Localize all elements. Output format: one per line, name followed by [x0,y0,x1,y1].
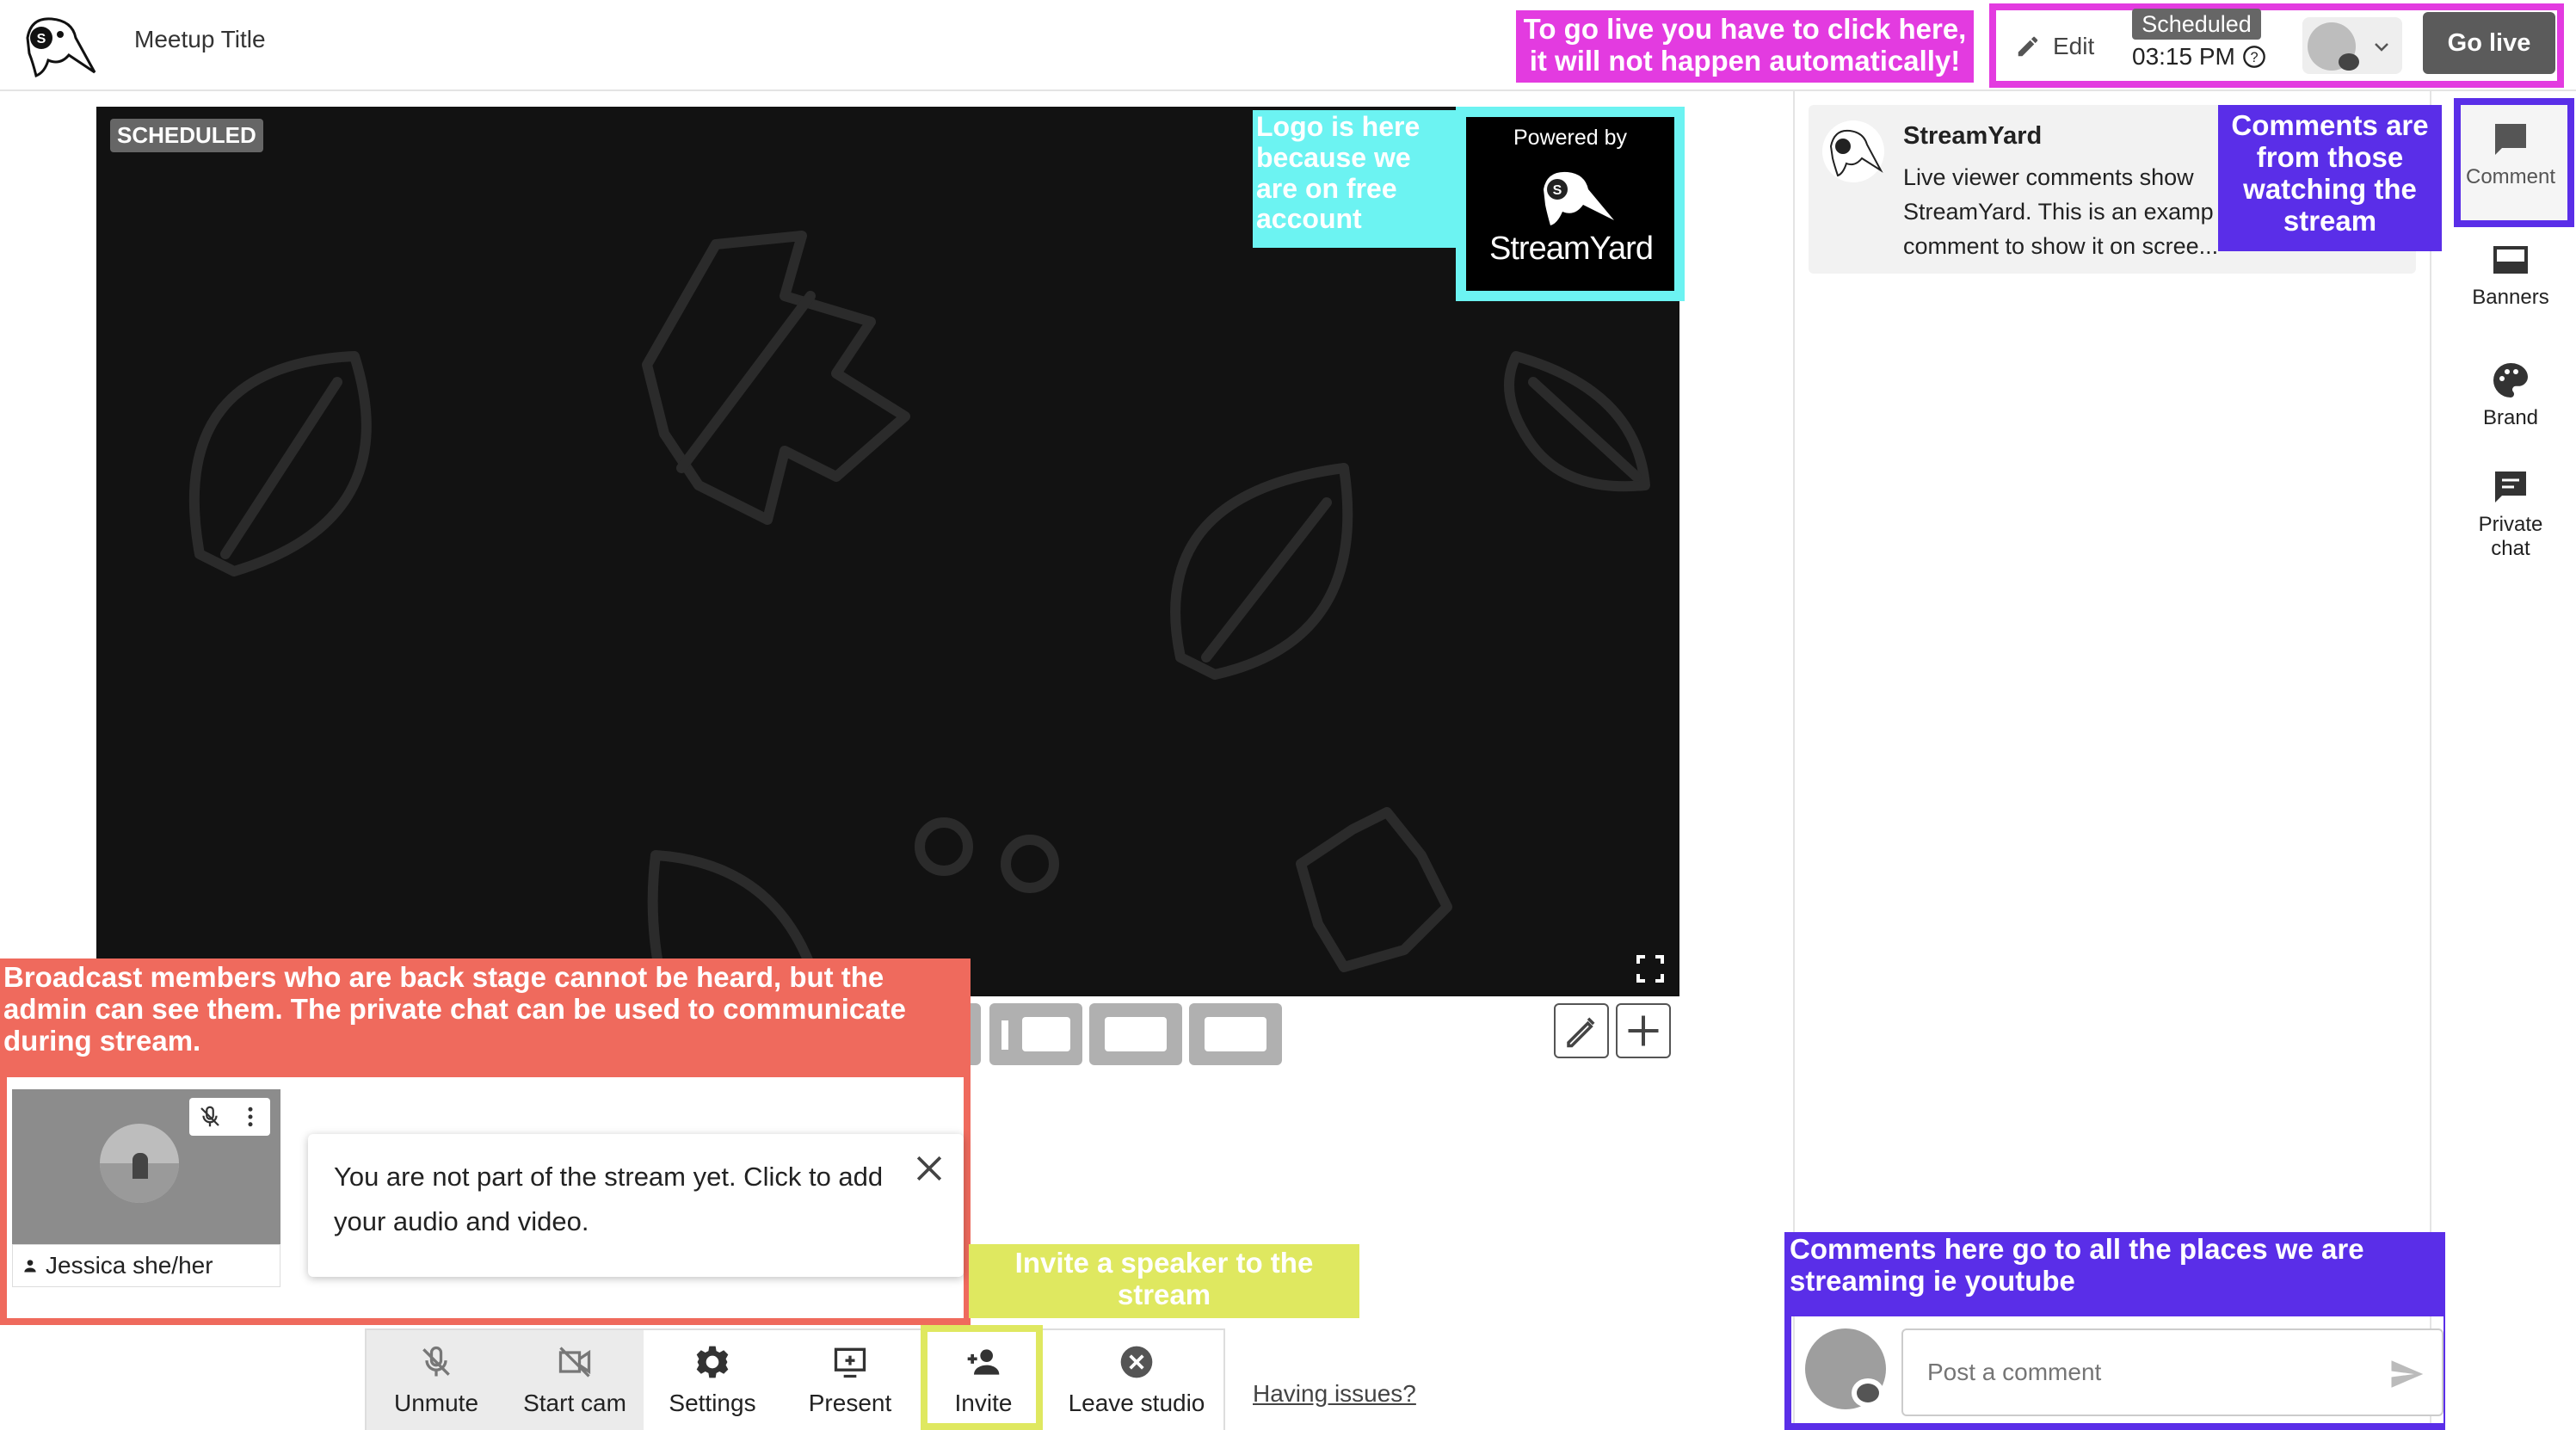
layout-option-4[interactable] [1189,1003,1282,1065]
streamyard-wordmark: StreamYard [1489,231,1654,267]
guest-name: Jessica she/her [46,1252,213,1279]
youtube-icon [2339,53,2359,71]
unmute-label: Unmute [393,1390,479,1416]
add-layout-button[interactable] [1616,1003,1671,1058]
annotation-invite: Invite a speaker to the stream [969,1244,1359,1318]
plus-icon [1628,1015,1659,1046]
edit-layout-button[interactable] [1554,1003,1609,1058]
rail-brand-label: Brand [2482,406,2539,429]
help-icon[interactable]: ? [2242,45,2266,69]
more-vertical-icon[interactable] [237,1104,263,1130]
powered-by-label: Powered by [1513,126,1628,150]
close-icon[interactable] [910,1150,948,1187]
svg-text:?: ? [2250,50,2258,65]
page-title: Meetup Title [134,26,266,52]
pencil-icon [1567,1017,1595,1048]
svg-text:S: S [37,32,46,46]
comments-panel [1793,91,2431,1430]
rail-banners-button[interactable]: Banners [2454,239,2567,310]
rail-private-chat-button[interactable]: Private chat [2454,466,2567,561]
person-icon [24,1260,36,1273]
present-label: Present [808,1390,892,1416]
annotation-logo: Logo is here because we are on free acco… [1253,110,1456,248]
settings-label: Settings [669,1390,756,1416]
youtube-icon [1857,1384,1879,1402]
comment-icon [2495,124,2526,155]
destination-selector[interactable] [2302,17,2402,74]
guest-controls [189,1098,270,1136]
rail-banners-label: Banners [2472,286,2549,309]
unmute-button[interactable]: Unmute [367,1330,506,1430]
schedule-time: 03:15 PM ? [2132,43,2266,71]
not-in-stream-tooltip: You are not part of the stream yet. Clic… [308,1134,964,1277]
streamyard-logo-icon[interactable]: S [19,12,96,78]
fullscreen-icon[interactable] [1635,953,1666,984]
settings-button[interactable]: Settings [644,1330,781,1430]
schedule-time-label: 03:15 PM [2132,43,2235,70]
rail-private-chat-label: Private chat [2478,513,2543,560]
edit-button[interactable]: Edit [2006,21,2118,72]
start-cam-button[interactable]: Start cam [506,1330,644,1430]
annotation-comments: Comments are from those watching the str… [2218,105,2442,251]
avatar[interactable] [1805,1328,1886,1409]
chevron-down-icon [2375,43,2388,52]
guest-name-bar: Jessica she/her [12,1244,280,1287]
comment-text: Live viewer comments show StreamYard. Th… [1903,164,2219,259]
pencil-icon [2018,36,2038,57]
camera-off-icon [558,1347,591,1378]
svg-text:S: S [1553,183,1562,198]
rail-comments-button[interactable]: Comment [2454,119,2567,189]
mic-off-icon [422,1346,450,1377]
go-live-button[interactable]: Go live [2423,12,2555,74]
leave-studio-label: Leave studio [1068,1390,1205,1416]
edit-label: Edit [2053,33,2095,59]
chat-icon [2495,472,2526,502]
comment-author: StreamYard [1903,122,2043,150]
annotation-go-live: To go live you have to click here, it wi… [1516,10,1974,83]
having-issues-link[interactable]: Having issues? [1253,1380,1416,1408]
rail-brand-button[interactable]: Brand [2454,360,2567,430]
streamyard-mascot-icon: S [1531,163,1618,229]
avatar [100,1124,179,1203]
status-badge: Scheduled [2132,9,2261,40]
bottom-toolbar: Unmute Start cam Settings Present Invite… [365,1328,1225,1430]
layout-option-3[interactable] [1089,1003,1182,1065]
stage-status-badge: SCHEDULED [110,119,263,152]
palette-icon [2493,363,2528,398]
post-comment-input[interactable] [1901,1328,2444,1416]
start-cam-label: Start cam [523,1390,626,1416]
mic-off-icon[interactable] [197,1104,223,1130]
banner-icon [2493,246,2528,274]
gear-icon [696,1346,729,1378]
tooltip-text: You are not part of the stream yet. Clic… [334,1162,884,1236]
annotation-invite-outline [921,1325,1043,1430]
close-circle-icon [1120,1346,1153,1378]
leave-studio-button[interactable]: Leave studio [1048,1330,1225,1430]
present-button[interactable]: Present [781,1330,919,1430]
annotation-backstage: Broadcast members who are back stage can… [0,958,971,1070]
annotation-post-comment: Comments here go to all the places we ar… [1784,1232,2450,1311]
rail-comments-label: Comment [2465,165,2556,188]
layout-option-2[interactable] [989,1003,1082,1065]
send-icon[interactable] [2388,1356,2425,1392]
avatar [1822,120,1884,182]
present-screen-icon [834,1347,866,1378]
